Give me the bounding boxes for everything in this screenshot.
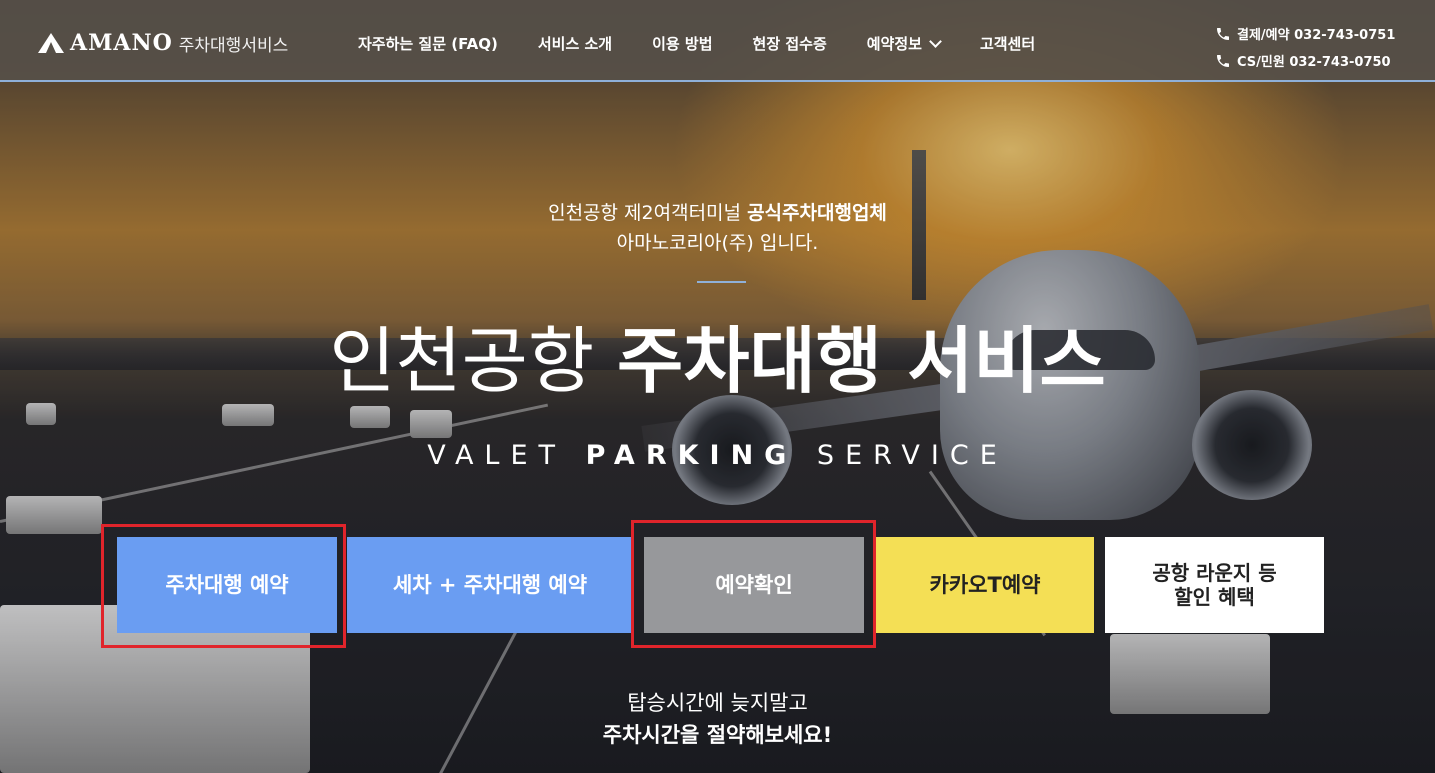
hero-intro-bold: 공식주차대행업체 <box>747 202 887 224</box>
hero-divider <box>697 281 746 283</box>
confirm-reservation-button[interactable]: 예약확인 <box>644 537 864 633</box>
amano-logo-icon <box>38 33 64 53</box>
contact-cs-label: CS/민원 032-743-0750 <box>1237 55 1391 70</box>
chevron-down-icon <box>929 34 942 48</box>
tagline-post: SERVICE <box>797 440 1008 471</box>
kakao-t-reserve-button[interactable]: 카카오T예약 <box>876 537 1094 633</box>
hero-tagline: VALET PARKING SERVICE <box>0 440 1435 471</box>
lounge-label-line2: 할인 혜택 <box>1174 585 1255 609</box>
main-nav: 자주하는 질문 (FAQ) 서비스 소개 이용 방법 현장 접수증 예약정보 고… <box>358 33 1075 54</box>
hero-bottom-text: 탑승시간에 늦지말고 주차시간을 절약해보세요! <box>0 687 1435 751</box>
hero-headline-light: 인천공항 <box>329 319 618 403</box>
hero-intro: 인천공항 제2여객터미널 공식주차대행업체 아마노코리아(주) 입니다. <box>0 198 1435 258</box>
nav-reservation-info[interactable]: 예약정보 <box>866 33 942 54</box>
lounge-label-line1: 공항 라운지 등 <box>1152 561 1277 585</box>
site-header: AMANO 주차대행서비스 자주하는 질문 (FAQ) 서비스 소개 이용 방법… <box>0 0 1435 82</box>
contact-payment[interactable]: 결제/예약 032-743-0751 <box>1215 20 1395 47</box>
contact-info: 결제/예약 032-743-0751 CS/민원 032-743-0750 <box>1215 20 1395 74</box>
site-logo[interactable]: AMANO 주차대행서비스 <box>38 30 288 56</box>
nav-how-to-use[interactable]: 이용 방법 <box>652 33 712 54</box>
bottom-line1: 탑승시간에 늦지말고 <box>627 691 808 715</box>
hero-intro-line1: 인천공항 제2여객터미널 공식주차대행업체 <box>0 198 1435 228</box>
wash-valet-reserve-button[interactable]: 세차 + 주차대행 예약 <box>347 537 633 633</box>
phone-icon <box>1217 54 1229 67</box>
hero-intro-prefix: 인천공항 제2여객터미널 <box>548 202 748 224</box>
bottom-line2: 주차시간을 절약해보세요! <box>0 719 1435 751</box>
tagline-bold: PARKING <box>585 440 798 471</box>
nav-receipt[interactable]: 현장 접수증 <box>753 33 827 54</box>
lounge-discount-button[interactable]: 공항 라운지 등 할인 혜택 <box>1105 537 1324 633</box>
phone-icon <box>1217 27 1229 40</box>
hero-intro-line2: 아마노코리아(주) 입니다. <box>616 232 819 254</box>
reserve-valet-button[interactable]: 주차대행 예약 <box>117 537 337 633</box>
nav-reservation-info-label: 예약정보 <box>866 35 922 53</box>
tagline-pre: VALET <box>427 440 586 471</box>
contact-payment-label: 결제/예약 032-743-0751 <box>1237 28 1396 43</box>
logo-subtitle: 주차대행서비스 <box>178 35 289 56</box>
hero-headline: 인천공항 주차대행 서비스 <box>0 318 1435 404</box>
contact-cs[interactable]: CS/민원 032-743-0750 <box>1215 47 1395 74</box>
nav-service-intro[interactable]: 서비스 소개 <box>538 33 612 54</box>
bottom-line2-bold: 주차시간을 절약해보세요! <box>602 723 833 747</box>
nav-faq[interactable]: 자주하는 질문 (FAQ) <box>358 33 498 54</box>
logo-brand: AMANO <box>70 30 173 56</box>
nav-customer-center[interactable]: 고객센터 <box>980 33 1035 54</box>
hero-headline-bold: 주차대행 서비스 <box>617 319 1106 403</box>
